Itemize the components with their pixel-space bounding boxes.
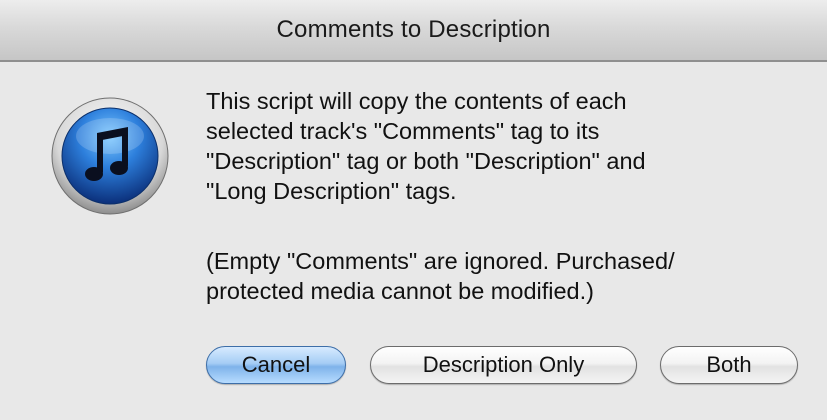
dialog-message: This script will copy the contents of ea… (206, 88, 646, 204)
cancel-button[interactable]: Cancel (206, 346, 346, 384)
title-bar[interactable]: Comments to Description (0, 0, 827, 62)
description-only-button[interactable]: Description Only (370, 346, 637, 384)
dialog-note: (Empty "Comments" are ignored. Purchased… (206, 248, 675, 304)
itunes-music-note-icon (51, 97, 169, 215)
dialog-title: Comments to Description (276, 16, 551, 43)
dialog-window: Comments to Description This script will… (0, 0, 827, 420)
both-button[interactable]: Both (660, 346, 798, 384)
itunes-icon (50, 96, 170, 216)
